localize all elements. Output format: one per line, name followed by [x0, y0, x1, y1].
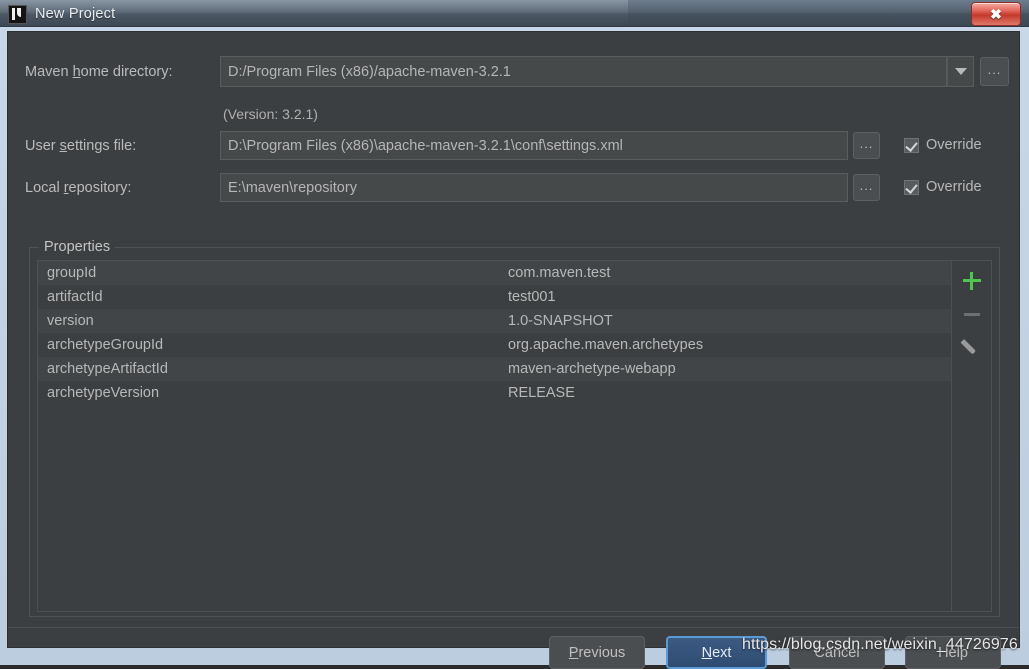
- user-settings-browse-button[interactable]: ...: [853, 132, 880, 159]
- maven-home-browse-button[interactable]: ...: [980, 57, 1009, 86]
- local-repository-override-checkbox[interactable]: Override: [904, 179, 982, 195]
- local-repository-browse-button[interactable]: ...: [853, 174, 880, 201]
- property-value: org.apache.maven.archetypes: [508, 337, 704, 353]
- watermark-text: https://blog.csdn.net/weixin_44726976: [742, 636, 1018, 653]
- property-key: groupId: [47, 265, 97, 281]
- maven-home-input[interactable]: D:/Program Files (x86)/apache-maven-3.2.…: [220, 56, 947, 87]
- table-row[interactable]: archetypeVersion RELEASE: [38, 381, 951, 405]
- maven-home-dropdown-button[interactable]: [947, 56, 974, 87]
- user-settings-override-checkbox[interactable]: Override: [904, 137, 982, 153]
- title-bar: New Project ✖: [0, 0, 1029, 27]
- property-key: version: [47, 313, 94, 329]
- edit-property-icon[interactable]: [961, 336, 983, 358]
- property-key: archetypeGroupId: [47, 337, 164, 353]
- new-project-window: New Project ✖ Maven home directory: D:/P…: [0, 0, 1029, 669]
- properties-table-empty-space[interactable]: [38, 405, 951, 611]
- table-row[interactable]: artifactId test001: [38, 285, 951, 309]
- property-key: archetypeArtifactId: [47, 361, 168, 377]
- dialog-body: Maven home directory: D:/Program Files (…: [7, 31, 1020, 669]
- user-settings-override-label: Override: [926, 137, 982, 153]
- chevron-down-icon: [954, 68, 967, 75]
- table-row[interactable]: archetypeArtifactId maven-archetype-webap…: [38, 357, 951, 381]
- table-row[interactable]: version 1.0-SNAPSHOT: [38, 309, 951, 333]
- properties-group-label: Properties: [39, 239, 116, 255]
- property-value: maven-archetype-webapp: [508, 361, 676, 377]
- table-row[interactable]: archetypeGroupId org.apache.maven.archety…: [38, 333, 951, 357]
- remove-property-icon[interactable]: [961, 303, 983, 325]
- property-value: com.maven.test: [508, 265, 611, 281]
- close-icon: ✖: [990, 6, 1002, 22]
- checkbox-checked-icon: [904, 179, 919, 195]
- window-title: New Project: [35, 6, 116, 22]
- checkbox-checked-icon: [904, 137, 919, 153]
- add-property-icon[interactable]: [961, 270, 983, 292]
- property-value: test001: [508, 289, 556, 305]
- properties-table: groupId com.maven.test artifactId test001 ve…: [37, 260, 992, 612]
- maven-home-label: Maven home directory:: [25, 64, 173, 80]
- local-repository-input[interactable]: E:\maven\repository: [220, 173, 848, 202]
- property-key: archetypeVersion: [47, 385, 160, 401]
- table-row[interactable]: groupId com.maven.test: [38, 261, 951, 285]
- properties-toolbar: [951, 261, 991, 611]
- local-repository-label: Local repository:: [25, 180, 132, 196]
- property-value: 1.0-SNAPSHOT: [508, 313, 613, 329]
- close-button[interactable]: ✖: [971, 2, 1021, 26]
- properties-table-body[interactable]: groupId com.maven.test artifactId test001 ve…: [38, 261, 951, 611]
- user-settings-input[interactable]: D:\Program Files (x86)\apache-maven-3.2.…: [220, 131, 848, 160]
- intellij-idea-icon: [8, 4, 27, 24]
- local-repository-override-label: Override: [926, 179, 982, 195]
- maven-version-note: (Version: 3.2.1): [223, 106, 318, 122]
- property-key: artifactId: [47, 289, 103, 305]
- footer-separator: [8, 627, 1019, 628]
- previous-button[interactable]: Previous: [549, 636, 645, 669]
- title-bar-left: New Project: [8, 4, 115, 24]
- user-settings-label: User settings file:: [25, 138, 137, 154]
- property-value: RELEASE: [508, 385, 575, 401]
